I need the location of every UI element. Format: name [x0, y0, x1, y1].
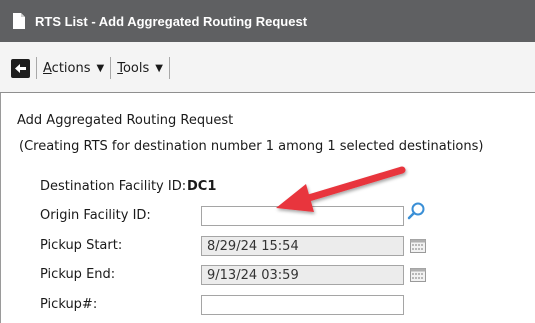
back-button[interactable]	[11, 58, 30, 78]
toolbar: Actions ▼ Tools ▼	[0, 42, 535, 93]
origin-row: Origin Facility ID:	[40, 204, 200, 226]
origin-label: Origin Facility ID:	[40, 207, 151, 223]
document-icon	[13, 13, 25, 29]
window-title: RTS List - Add Aggregated Routing Reques…	[35, 13, 308, 29]
form-subheading: (Creating RTS for destination number 1 a…	[19, 139, 484, 154]
pickup-start-label: Pickup Start:	[40, 237, 123, 253]
chevron-down-icon: ▼	[155, 62, 163, 74]
pickup-end-input[interactable]	[201, 265, 404, 285]
red-arrow-annotation	[276, 166, 406, 212]
actions-label: ctions	[51, 60, 91, 76]
destination-value: DC1	[187, 178, 217, 194]
actions-hotkey: A	[43, 60, 52, 76]
calendar-icon[interactable]	[410, 268, 426, 282]
form-heading: Add Aggregated Routing Request	[17, 113, 234, 128]
pickup-number-label: Pickup#:	[40, 296, 98, 312]
calendar-icon[interactable]	[410, 239, 426, 253]
pickup-end-row: Pickup End:	[40, 263, 200, 285]
toolbar-separator	[168, 57, 170, 79]
destination-row: Destination Facility ID: DC1	[40, 175, 216, 197]
chevron-down-icon: ▼	[96, 62, 105, 74]
destination-label: Destination Facility ID:	[40, 178, 187, 194]
pickup-number-input[interactable]	[201, 295, 404, 315]
tools-label: ools	[122, 60, 150, 76]
window-titlebar: RTS List - Add Aggregated Routing Reques…	[0, 0, 535, 42]
pickup-start-input[interactable]	[201, 236, 404, 256]
tools-menu-button[interactable]: Tools ▼	[111, 61, 169, 76]
actions-menu-button[interactable]: Actions ▼	[37, 61, 110, 76]
pickup-number-row: Pickup#:	[40, 293, 200, 315]
pickup-start-row: Pickup Start:	[40, 234, 200, 256]
pickup-end-label: Pickup End:	[40, 266, 116, 282]
back-arrow-icon	[15, 63, 26, 73]
panel-border	[0, 93, 1, 323]
